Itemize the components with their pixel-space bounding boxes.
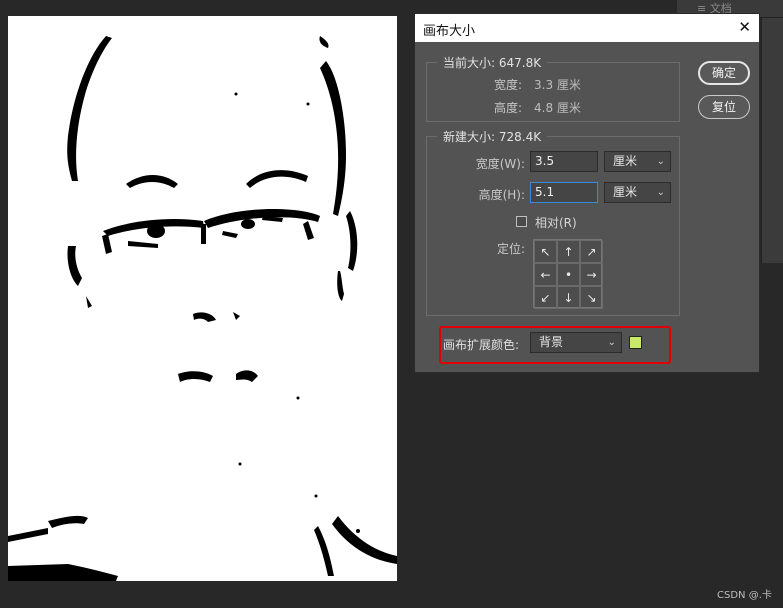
document-canvas[interactable] — [8, 16, 397, 581]
anchor-center-icon[interactable]: • — [557, 263, 580, 286]
chevron-down-icon: ⌄ — [656, 156, 665, 167]
anchor-top-icon[interactable]: ↑ — [557, 240, 580, 263]
current-width-value: 3.3 厘米 — [534, 78, 581, 92]
relative-checkbox[interactable] — [516, 216, 527, 227]
width-input[interactable]: 3.5 — [530, 151, 598, 172]
anchor-right-icon[interactable]: → — [580, 263, 603, 286]
current-height-value: 4.8 厘米 — [534, 101, 581, 115]
extension-color-value: 背景 — [539, 335, 564, 349]
height-input[interactable]: 5.1 — [530, 182, 598, 203]
anchor-bottom-icon[interactable]: ↓ — [557, 286, 580, 309]
close-icon[interactable]: ✕ — [738, 18, 751, 36]
right-side-panel — [761, 18, 783, 263]
watermark: CSDN @.卡 — [717, 590, 772, 601]
new-width-label: 宽度(W): — [475, 157, 525, 171]
dialog-titlebar: 画布大小 ✕ — [415, 14, 759, 42]
dialog-title: 画布大小 — [423, 24, 476, 39]
anchor-grid[interactable]: ↖ ↑ ↗ ← • → ↙ ↓ ↘ — [533, 239, 603, 309]
height-unit-select[interactable]: 厘米 ⌄ — [604, 182, 671, 203]
chevron-down-icon: ⌄ — [607, 337, 616, 348]
current-size-legend: 当前大小: 647.8K — [437, 54, 548, 71]
extension-color-swatch[interactable] — [629, 336, 642, 349]
canvas-size-dialog: 画布大小 ✕ 当前大小: 647.8K 宽度: 3.3 厘米 高度: 4.8 厘… — [414, 13, 760, 373]
current-size-group: 当前大小: 647.8K 宽度: 3.3 厘米 高度: 4.8 厘米 — [426, 54, 680, 122]
anchor-top-right-icon[interactable]: ↗ — [580, 240, 603, 263]
extension-color-label: 画布扩展颜色: — [443, 338, 520, 352]
anchor-left-icon[interactable]: ← — [534, 263, 557, 286]
extension-color-select[interactable]: 背景 ⌄ — [530, 332, 622, 353]
width-unit-select[interactable]: 厘米 ⌄ — [604, 151, 671, 172]
current-width-label: 宽度: — [493, 78, 522, 92]
canvas-image — [8, 36, 397, 581]
new-size-legend: 新建大小: 728.4K — [437, 128, 548, 145]
anchor-bottom-left-icon[interactable]: ↙ — [534, 286, 557, 309]
width-unit-value: 厘米 — [613, 154, 638, 168]
anchor-top-left-icon[interactable]: ↖ — [534, 240, 557, 263]
current-height-label: 高度: — [493, 101, 522, 115]
new-height-label: 高度(H): — [478, 188, 525, 202]
anchor-label: 定位: — [496, 242, 525, 256]
relative-label[interactable]: 相对(R) — [535, 214, 577, 231]
anchor-bottom-right-icon[interactable]: ↘ — [580, 286, 603, 309]
height-unit-value: 厘米 — [613, 185, 638, 199]
chevron-down-icon: ⌄ — [656, 187, 665, 198]
reset-button[interactable]: 复位 — [698, 95, 750, 119]
ok-button[interactable]: 确定 — [698, 61, 750, 85]
